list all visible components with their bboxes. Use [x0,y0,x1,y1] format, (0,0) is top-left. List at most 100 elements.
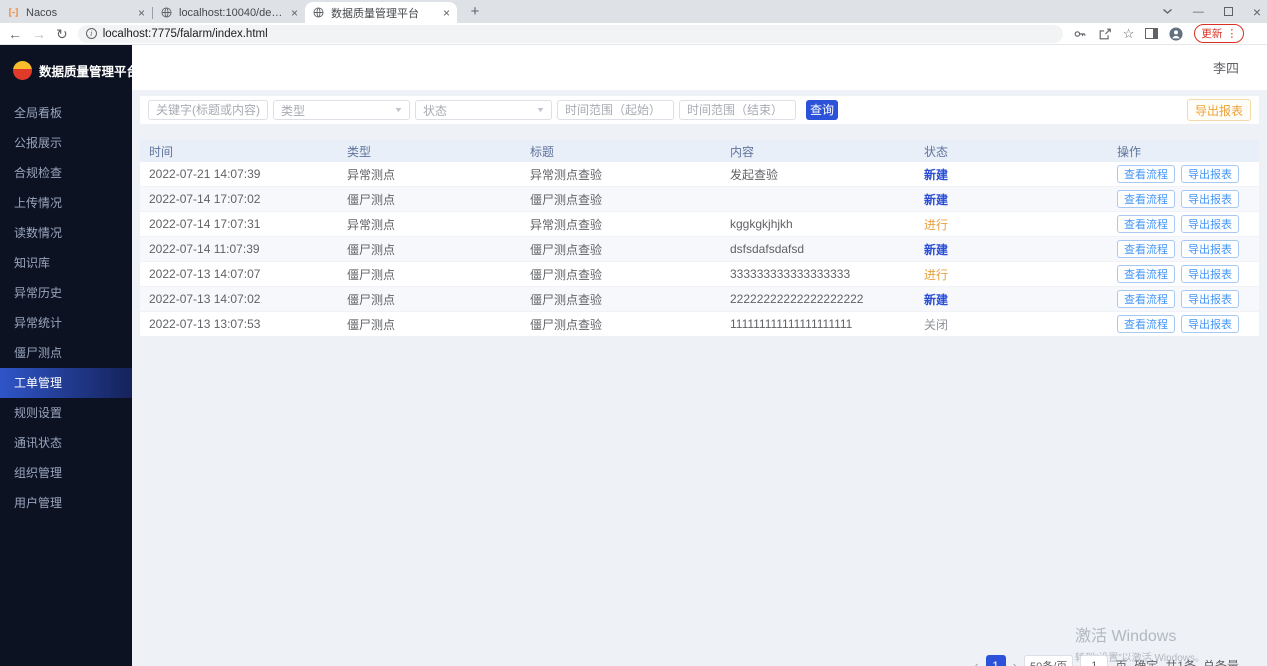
cell-content: 111111111111111111111 [721,317,915,331]
sidebar-item-anomaly-stats[interactable]: 异常统计 [0,308,132,338]
table-row: 2022-07-14 17:07:02 僵尸测点 僵尸测点查验 新建 查看流程 … [140,187,1259,212]
tab-nacos[interactable]: Nacos × [0,2,152,23]
page-number-active[interactable]: 1 [986,655,1006,666]
type-select[interactable]: 类型 ▼ [273,100,410,120]
keyword-input[interactable] [148,100,268,120]
cell-time: 2022-07-13 14:07:07 [140,267,338,281]
sidebar-item-comm-status[interactable]: 通讯状态 [0,428,132,458]
page-size-select[interactable]: 50条/页 [1024,655,1073,666]
tab-data-quality-platform[interactable]: 数据质量管理平台 × [305,2,457,23]
table-row: 2022-07-13 14:07:02 僵尸测点 僵尸测点查验 22222222… [140,287,1259,312]
cell-content: dsfsdafsdafsd [721,242,915,256]
chrome-update-button[interactable]: 更新 ⋮ [1194,24,1244,43]
current-user[interactable]: 李四 [1213,58,1239,77]
menu-dots-icon[interactable]: ⋮ [1226,27,1237,40]
status-select-placeholder: 状态 [423,102,447,119]
toolbar-icons: ☆ 更新 ⋮ [1073,24,1245,43]
cell-type: 僵尸测点 [338,191,521,208]
status-badge: 新建 [924,243,948,257]
sidebar-item-zombie-points[interactable]: 僵尸测点 [0,338,132,368]
sidebar-item-org-management[interactable]: 组织管理 [0,458,132,488]
view-process-button[interactable]: 查看流程 [1117,190,1175,208]
work-order-table: 时间 类型 标题 内容 状态 操作 2022-07-21 14:07:39 异常… [140,140,1259,337]
view-process-button[interactable]: 查看流程 [1117,240,1175,258]
chevron-down-icon[interactable] [1162,6,1173,18]
minimize-icon[interactable]: — [1193,6,1204,18]
new-tab-button[interactable]: + [465,3,485,20]
confirm-page-button[interactable]: 确定 [1134,655,1158,666]
cell-title: 僵尸测点查验 [521,291,721,308]
tab-close-icon[interactable]: × [443,7,450,19]
page-jump-input[interactable]: 1 [1080,655,1108,666]
cell-time: 2022-07-14 17:07:02 [140,192,338,206]
column-content: 内容 [721,143,915,160]
cell-content: 22222222222222222222 [721,292,915,306]
chevron-down-icon: ▼ [536,107,546,114]
pagination-bar: ‹ 1 › 50条/页 1 页 确定 共1条 总条量 [974,655,1239,666]
time-end-input[interactable] [679,100,796,120]
sidebar-item-anomaly-history[interactable]: 异常历史 [0,278,132,308]
view-process-button[interactable]: 查看流程 [1117,215,1175,233]
browser-toolbar: ← → ↻ i localhost:7775/falarm/index.html… [0,23,1267,45]
tab-close-icon[interactable]: × [138,7,145,19]
cell-time: 2022-07-13 14:07:02 [140,292,338,306]
cell-content: 发起查验 [721,166,915,183]
status-badge: 进行 [924,268,948,282]
password-key-icon[interactable] [1073,27,1087,41]
side-panel-icon[interactable] [1145,28,1158,39]
sidebar-item-reading-status[interactable]: 读数情况 [0,218,132,248]
address-bar[interactable]: i localhost:7775/falarm/index.html [78,25,1063,43]
page-header: 李四 [132,45,1267,90]
export-report-row-button[interactable]: 导出报表 [1181,190,1239,208]
site-info-icon[interactable]: i [86,28,97,39]
view-process-button[interactable]: 查看流程 [1117,315,1175,333]
close-window-icon[interactable]: × [1253,4,1261,20]
view-process-button[interactable]: 查看流程 [1117,165,1175,183]
view-process-button[interactable]: 查看流程 [1117,265,1175,283]
bookmark-star-icon[interactable]: ☆ [1123,26,1135,42]
export-report-row-button[interactable]: 导出报表 [1181,315,1239,333]
export-report-button[interactable]: 导出报表 [1187,99,1251,121]
table-row: 2022-07-13 13:07:53 僵尸测点 僵尸测点查验 11111111… [140,312,1259,337]
export-report-row-button[interactable]: 导出报表 [1181,215,1239,233]
forward-icon[interactable]: → [32,27,46,41]
tab-localhost-demo[interactable]: localhost:10040/demo/psjdbc × [153,2,305,23]
filter-bar: 类型 ▼ 状态 ▼ 查询 导出报表 [140,96,1259,124]
profile-avatar-icon[interactable] [1169,27,1183,41]
maximize-icon[interactable] [1224,7,1233,16]
sidebar-item-knowledge-base[interactable]: 知识库 [0,248,132,278]
view-process-button[interactable]: 查看流程 [1117,290,1175,308]
app-logo: 数据质量管理平台 [0,45,132,94]
sidebar-item-work-orders[interactable]: 工单管理 [0,368,132,398]
sidebar-item-rule-settings[interactable]: 规则设置 [0,398,132,428]
status-badge: 新建 [924,193,948,207]
share-icon[interactable] [1098,27,1112,41]
cell-content: kggkgkjhjkh [721,217,915,231]
cell-content: 333333333333333333 [721,267,915,281]
export-report-row-button[interactable]: 导出报表 [1181,240,1239,258]
sidebar-item-upload-status[interactable]: 上传情况 [0,188,132,218]
brand-logo-icon [13,61,32,80]
query-button[interactable]: 查询 [806,100,838,120]
globe-icon [312,6,325,19]
browser-chrome: Nacos × localhost:10040/demo/psjdbc × 数据… [0,0,1267,45]
status-badge: 新建 [924,168,948,182]
sidebar-item-compliance-check[interactable]: 合规检查 [0,158,132,188]
tab-close-icon[interactable]: × [291,7,298,19]
export-report-row-button[interactable]: 导出报表 [1181,265,1239,283]
cell-title: 异常测点查验 [521,166,721,183]
app-title: 数据质量管理平台 [39,61,139,80]
status-select[interactable]: 状态 ▼ [415,100,552,120]
sidebar-item-global-board[interactable]: 全局看板 [0,98,132,128]
back-icon[interactable]: ← [8,27,22,41]
window-controls: — × [1162,0,1261,23]
sidebar-item-user-management[interactable]: 用户管理 [0,488,132,518]
export-report-row-button[interactable]: 导出报表 [1181,165,1239,183]
sidebar-item-bulletin-display[interactable]: 公报展示 [0,128,132,158]
prev-page-icon[interactable]: ‹ [974,655,978,666]
table-header: 时间 类型 标题 内容 状态 操作 [140,140,1259,162]
export-report-row-button[interactable]: 导出报表 [1181,290,1239,308]
refresh-icon[interactable]: ↻ [56,27,68,41]
next-page-icon[interactable]: › [1013,655,1017,666]
time-start-input[interactable] [557,100,674,120]
